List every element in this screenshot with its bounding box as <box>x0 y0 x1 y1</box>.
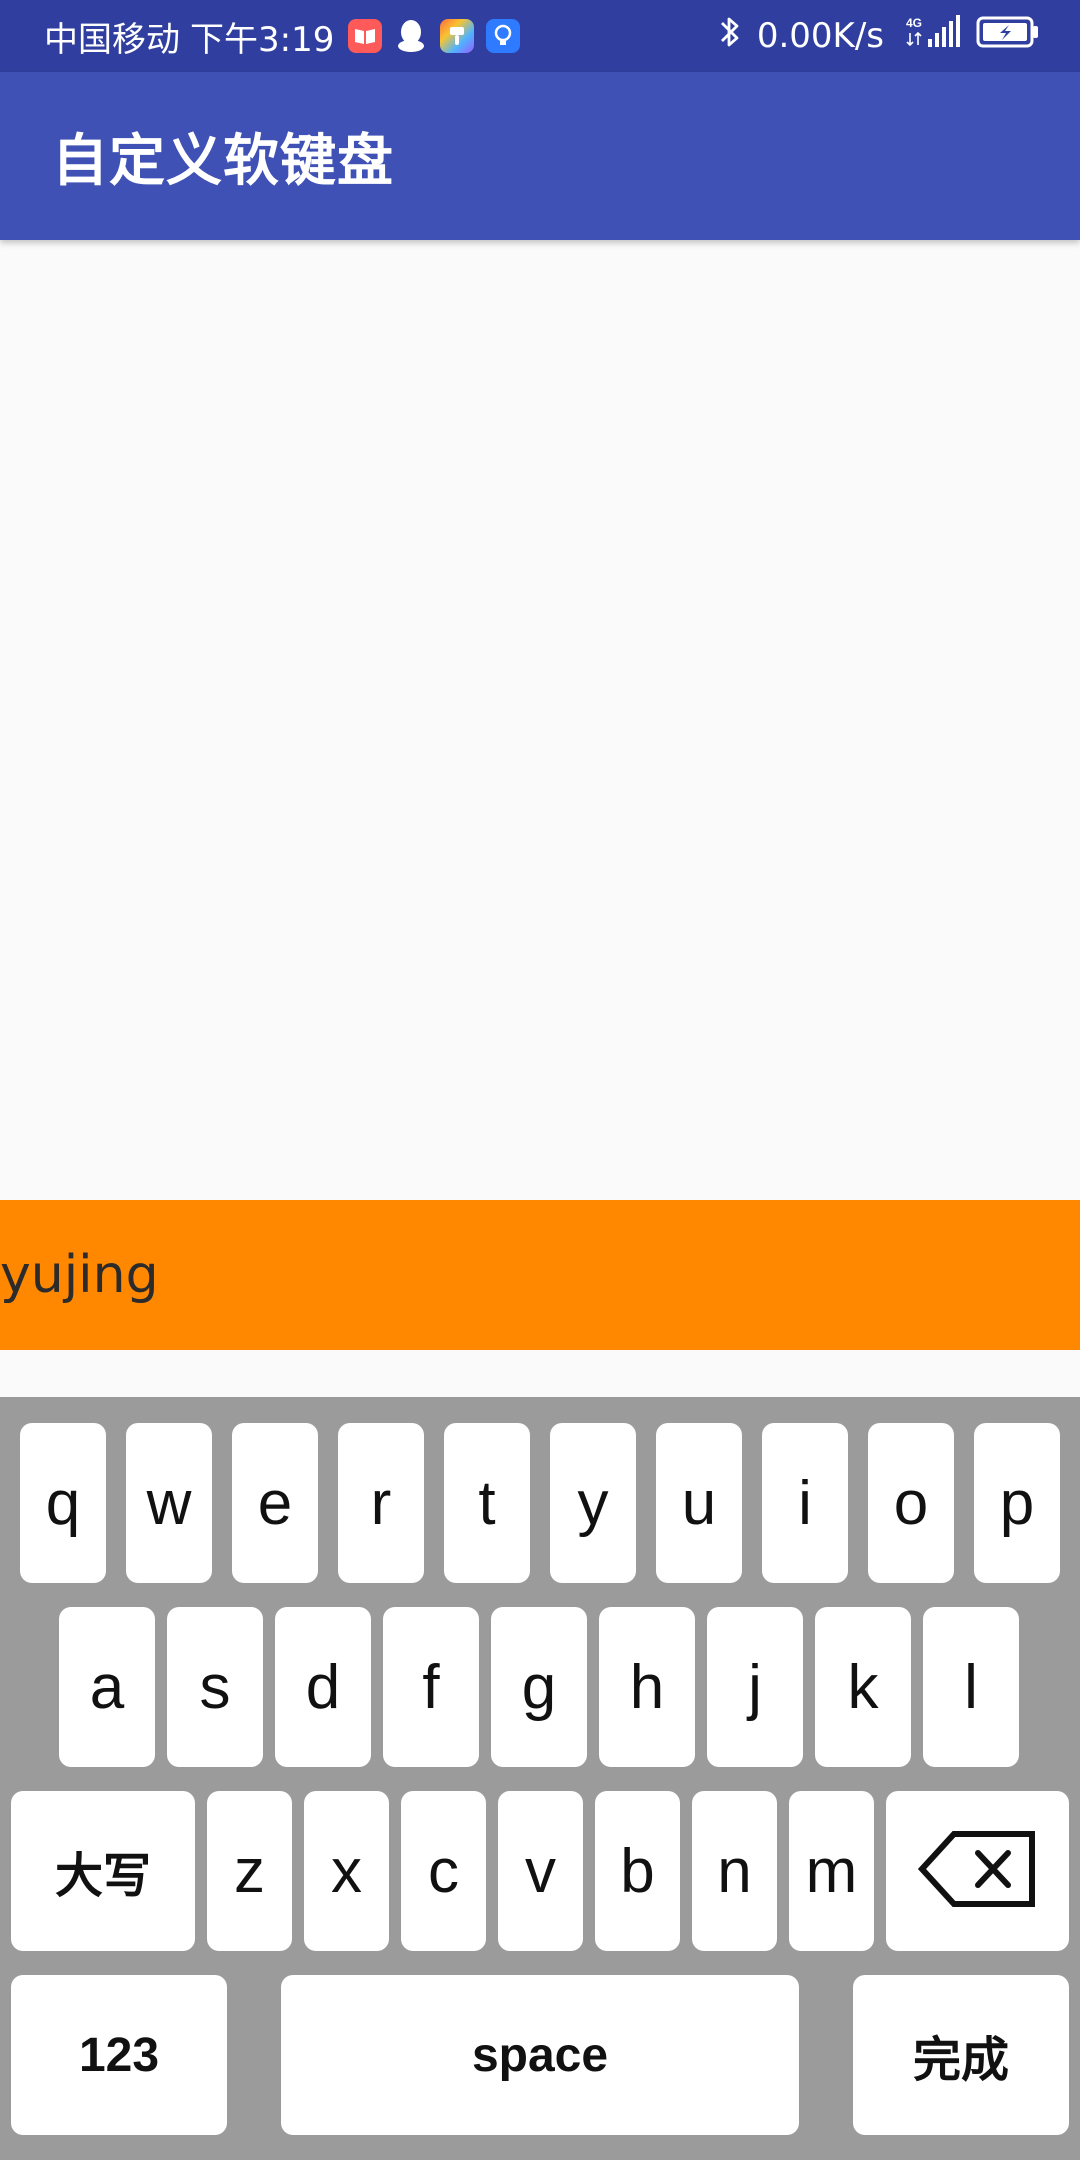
delete-key[interactable] <box>886 1791 1069 1951</box>
status-right: 0.00K/s 4G <box>717 14 1040 59</box>
key-f[interactable]: f <box>383 1607 479 1767</box>
status-time: 下午3:19 <box>190 19 335 60</box>
key-l[interactable]: l <box>923 1607 1019 1767</box>
backspace-icon <box>917 1829 1038 1913</box>
shift-key[interactable]: 大写 <box>11 1791 195 1951</box>
key-r[interactable]: r <box>338 1423 424 1583</box>
key-t[interactable]: t <box>444 1423 530 1583</box>
battery-charging-icon <box>976 15 1040 58</box>
status-left: 中国移动 下午3:19 <box>44 12 717 61</box>
key-p[interactable]: p <box>974 1423 1060 1583</box>
key-u[interactable]: u <box>656 1423 742 1583</box>
signal-icon: 4G <box>906 14 962 58</box>
status-bar: 中国移动 下午3:19 0.00K/s 4G <box>0 0 1080 72</box>
key-d[interactable]: d <box>275 1607 371 1767</box>
key-g[interactable]: g <box>491 1607 587 1767</box>
key-j[interactable]: j <box>707 1607 803 1767</box>
page-title: 自定义软键盘 <box>52 128 394 194</box>
soft-keyboard: q w e r t y u i o p a s d f g h j k l 大写… <box>0 1397 1080 2160</box>
key-i[interactable]: i <box>762 1423 848 1583</box>
qq-icon <box>394 19 428 53</box>
bluetooth-icon <box>717 14 743 59</box>
book-notification-icon <box>348 19 383 53</box>
notification-icons <box>348 19 532 53</box>
input-display[interactable]: yujing <box>0 1200 1080 1350</box>
key-k[interactable]: k <box>815 1607 911 1767</box>
key-x[interactable]: x <box>304 1791 389 1951</box>
done-key[interactable]: 完成 <box>853 1975 1069 2135</box>
key-s[interactable]: s <box>167 1607 263 1767</box>
input-text: yujing <box>0 1245 159 1305</box>
key-q[interactable]: q <box>20 1423 106 1583</box>
key-o[interactable]: o <box>868 1423 954 1583</box>
network-speed: 0.00K/s <box>756 16 884 56</box>
palette-app-icon <box>440 19 475 53</box>
key-a[interactable]: a <box>59 1607 155 1767</box>
carrier-name: 中国移动 <box>44 19 180 60</box>
space-key[interactable]: space <box>281 1975 799 2135</box>
key-c[interactable]: c <box>401 1791 486 1951</box>
key-m[interactable]: m <box>789 1791 874 1951</box>
key-h[interactable]: h <box>599 1607 695 1767</box>
key-w[interactable]: w <box>126 1423 212 1583</box>
numbers-key[interactable]: 123 <box>11 1975 227 2135</box>
key-z[interactable]: z <box>207 1791 292 1951</box>
content-area <box>0 240 1080 1200</box>
key-v[interactable]: v <box>498 1791 583 1951</box>
key-y[interactable]: y <box>550 1423 636 1583</box>
key-b[interactable]: b <box>595 1791 680 1951</box>
lightbulb-app-icon <box>486 19 521 53</box>
app-bar: 自定义软键盘 <box>0 72 1080 240</box>
key-n[interactable]: n <box>692 1791 777 1951</box>
svg-text:4G: 4G <box>906 16 922 30</box>
key-e[interactable]: e <box>232 1423 318 1583</box>
